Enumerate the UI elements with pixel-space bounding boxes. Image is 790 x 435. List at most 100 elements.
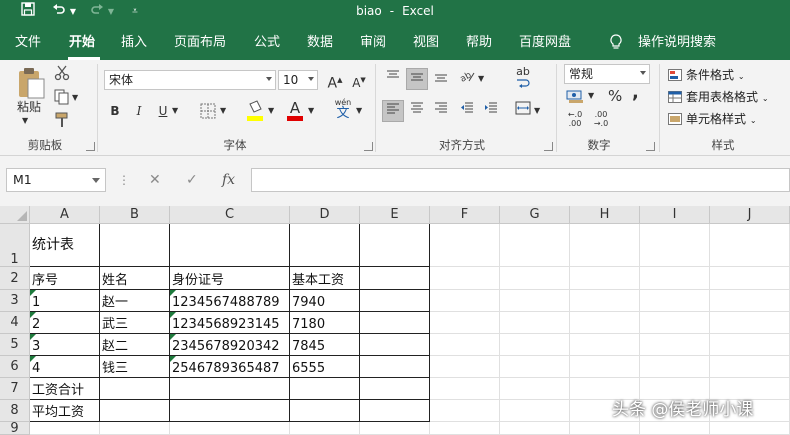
- borders-dropdown-icon[interactable]: ▼: [220, 106, 226, 115]
- cell-a1[interactable]: 统计表: [30, 224, 100, 267]
- cell-j2[interactable]: [710, 267, 790, 290]
- cell-h6[interactable]: [570, 356, 640, 378]
- percent-style-button[interactable]: %: [608, 87, 622, 105]
- cell-b9[interactable]: [100, 422, 170, 435]
- phonetic-guide-button[interactable]: wén 文: [332, 98, 354, 124]
- cell-i2[interactable]: [640, 267, 710, 290]
- cell-f3[interactable]: [430, 290, 500, 312]
- cell-b1[interactable]: [100, 224, 170, 267]
- cell-c9[interactable]: [170, 422, 290, 435]
- cell-d5[interactable]: 7845: [290, 334, 360, 356]
- cell-b8[interactable]: [100, 400, 170, 422]
- cell-h3[interactable]: [570, 290, 640, 312]
- cell-d1[interactable]: [290, 224, 360, 267]
- cell-g9[interactable]: [500, 422, 570, 435]
- tab-review[interactable]: 审阅: [360, 34, 386, 54]
- cell-d4[interactable]: 7180: [290, 312, 360, 334]
- row-header-5[interactable]: 5: [0, 334, 30, 356]
- cell-f7[interactable]: [430, 378, 500, 400]
- cell-a8[interactable]: 平均工资: [30, 400, 100, 422]
- align-right-icon[interactable]: [430, 100, 452, 122]
- cell-g3[interactable]: [500, 290, 570, 312]
- cell-i1[interactable]: [640, 224, 710, 267]
- column-header-i[interactable]: I: [640, 206, 710, 224]
- column-header-b[interactable]: B: [100, 206, 170, 224]
- cell-c3[interactable]: 1234567488789: [170, 290, 290, 312]
- format-painter-icon[interactable]: [54, 112, 70, 128]
- tab-insert[interactable]: 插入: [121, 34, 147, 54]
- align-top-icon[interactable]: [382, 68, 404, 90]
- align-center-icon[interactable]: [406, 100, 428, 122]
- cell-d3[interactable]: 7940: [290, 290, 360, 312]
- cell-e1[interactable]: [360, 224, 430, 267]
- merge-center-icon[interactable]: [512, 100, 534, 122]
- conditional-formatting-button[interactable]: 条件格式 ⌄: [668, 66, 745, 83]
- cell-a9[interactable]: [30, 422, 100, 435]
- orientation-dropdown-icon[interactable]: ▼: [478, 74, 484, 83]
- row-header-2[interactable]: 2: [0, 267, 30, 290]
- paste-dropdown-icon[interactable]: ▼: [22, 116, 28, 125]
- column-header-g[interactable]: G: [500, 206, 570, 224]
- tab-baidu-netdisk[interactable]: 百度网盘: [519, 34, 571, 54]
- cell-g1[interactable]: [500, 224, 570, 267]
- cell-h4[interactable]: [570, 312, 640, 334]
- cell-d8[interactable]: [290, 400, 360, 422]
- cell-i5[interactable]: [640, 334, 710, 356]
- cancel-entry-icon[interactable]: ✕: [149, 170, 161, 190]
- cell-e2[interactable]: [360, 267, 430, 290]
- cell-j5[interactable]: [710, 334, 790, 356]
- cell-f6[interactable]: [430, 356, 500, 378]
- comma-style-button[interactable]: ,: [632, 82, 639, 103]
- cell-b7[interactable]: [100, 378, 170, 400]
- cell-j9[interactable]: [710, 422, 790, 435]
- cell-c6[interactable]: 2546789365487: [170, 356, 290, 378]
- copy-icon[interactable]: [54, 89, 70, 105]
- italic-button[interactable]: I: [128, 100, 150, 122]
- cell-i3[interactable]: [640, 290, 710, 312]
- cell-b5[interactable]: 赵二: [100, 334, 170, 356]
- number-format-combo[interactable]: 常规: [564, 64, 650, 84]
- column-header-h[interactable]: H: [570, 206, 640, 224]
- increase-indent-icon[interactable]: [480, 100, 502, 122]
- cell-f2[interactable]: [430, 267, 500, 290]
- cell-e6[interactable]: [360, 356, 430, 378]
- cell-j6[interactable]: [710, 356, 790, 378]
- cell-b3[interactable]: 赵一: [100, 290, 170, 312]
- alignment-launcher-icon[interactable]: [544, 142, 553, 151]
- tab-view[interactable]: 视图: [413, 34, 439, 54]
- row-header-1[interactable]: 1: [0, 224, 30, 267]
- tab-formulas[interactable]: 公式: [254, 34, 280, 54]
- decrease-decimal-icon[interactable]: .00 →.0: [592, 110, 610, 130]
- cell-e5[interactable]: [360, 334, 430, 356]
- row-header-7[interactable]: 7: [0, 378, 30, 400]
- cell-a6[interactable]: 4: [30, 356, 100, 378]
- cell-d6[interactable]: 6555: [290, 356, 360, 378]
- orientation-icon[interactable]: ab: [456, 68, 478, 90]
- copy-dropdown-icon[interactable]: ▼: [72, 93, 78, 102]
- cell-b4[interactable]: 武三: [100, 312, 170, 334]
- cell-d2[interactable]: 基本工资: [290, 267, 360, 290]
- insert-function-button[interactable]: fx: [222, 170, 235, 190]
- cell-a7[interactable]: 工资合计: [30, 378, 100, 400]
- cell-e3[interactable]: [360, 290, 430, 312]
- cell-c1[interactable]: [170, 224, 290, 267]
- cut-icon[interactable]: [54, 65, 70, 81]
- cell-e7[interactable]: [360, 378, 430, 400]
- cell-a3[interactable]: 1: [30, 290, 100, 312]
- cell-a2[interactable]: 序号: [30, 267, 100, 290]
- cell-h2[interactable]: [570, 267, 640, 290]
- merge-dropdown-icon[interactable]: ▼: [534, 106, 540, 115]
- cell-g5[interactable]: [500, 334, 570, 356]
- cell-a4[interactable]: 2: [30, 312, 100, 334]
- accounting-format-icon[interactable]: [566, 88, 584, 104]
- column-header-f[interactable]: F: [430, 206, 500, 224]
- paste-label[interactable]: 粘贴: [17, 98, 41, 115]
- phonetic-dropdown-icon[interactable]: ▼: [356, 106, 362, 115]
- font-size-combo[interactable]: 10: [278, 70, 318, 90]
- fill-color-dropdown-icon[interactable]: ▼: [268, 106, 274, 115]
- cell-h5[interactable]: [570, 334, 640, 356]
- cell-f9[interactable]: [430, 422, 500, 435]
- cell-j1[interactable]: [710, 224, 790, 267]
- tab-page-layout[interactable]: 页面布局: [174, 34, 226, 54]
- tell-me-search[interactable]: 操作说明搜索: [638, 34, 716, 54]
